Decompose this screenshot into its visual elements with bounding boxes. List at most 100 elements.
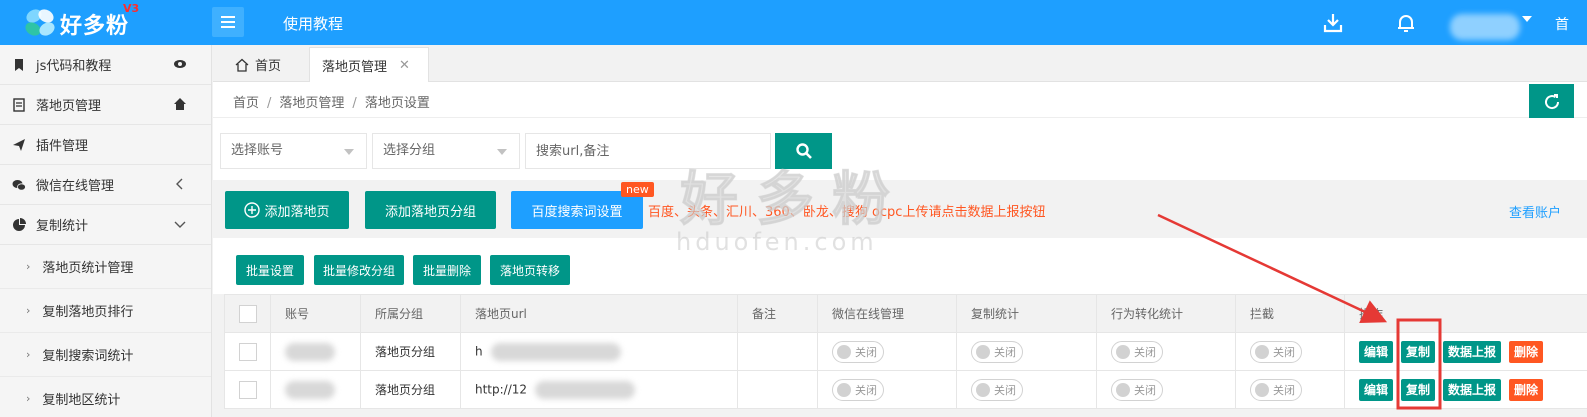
report-button[interactable]: 数据上报	[1443, 340, 1502, 363]
delete-button[interactable]: 删除	[1509, 340, 1544, 363]
group-cell: 落地页分组	[360, 332, 461, 371]
toggle-knob	[1116, 382, 1130, 397]
column-header-group: 所属分组	[360, 294, 461, 333]
redacted-account	[285, 342, 335, 361]
copy-button[interactable]: 复制	[1401, 378, 1436, 401]
column-header-remark: 备注	[737, 294, 818, 333]
ocpc-notice: 百度、头条、汇川、360、卧龙、搜狗 ocpc上传请点击数据上报按钮	[648, 205, 1046, 220]
sidebar-item-js-code[interactable]: js代码和教程	[0, 45, 211, 85]
column-header-account: 账号	[270, 294, 361, 333]
select-all-checkbox[interactable]	[238, 304, 257, 323]
top-header: 好多粉 V3 使用教程 首	[0, 0, 1587, 45]
transfer-button[interactable]: 落地页转移	[490, 255, 570, 285]
url-cell[interactable]: http://12	[460, 370, 738, 409]
sidebar-subitem-keyword-stats[interactable]: › 复制搜索词统计	[0, 333, 211, 377]
sidebar-subitem-page-stats[interactable]: › 落地页统计管理	[0, 245, 211, 289]
toggle-knob	[1255, 344, 1269, 359]
eye-icon[interactable]	[173, 57, 187, 71]
sidebar-item-plugins[interactable]: 插件管理	[0, 125, 211, 165]
chevron-left-icon[interactable]	[173, 177, 187, 191]
actions-cell: 编辑 复制 数据上报 删除	[1344, 370, 1587, 409]
breadcrumb-landing-page[interactable]: 落地页管理	[279, 96, 344, 111]
tab-home[interactable]: 首页	[221, 47, 309, 82]
chevron-down-icon[interactable]	[173, 217, 187, 231]
breadcrumb-current: 落地页设置	[364, 96, 430, 111]
tab-landing-page[interactable]: 落地页管理 ✕	[309, 47, 429, 82]
table-row: 落地页分组 h 关闭 关闭 关闭 关闭 编辑 复制 数据上报 删除	[224, 332, 1587, 371]
sidebar-item-wechat[interactable]: 微信在线管理	[0, 165, 211, 205]
copy-button[interactable]: 复制	[1401, 340, 1436, 363]
wechat-switch-cell: 关闭	[817, 370, 957, 409]
batch-modify-group-button[interactable]: 批量修改分组	[314, 255, 404, 285]
search-button[interactable]	[775, 133, 832, 169]
group-select[interactable]: 选择分组	[372, 133, 520, 169]
conversion-switch-cell: 关闭	[1096, 332, 1236, 371]
url-text: http://12	[475, 382, 528, 396]
chevron-right-icon: ›	[26, 348, 31, 361]
user-dropdown-caret-icon[interactable]	[1522, 16, 1532, 22]
main-panel: 选择账号 选择分组 添加落地页 添加落地页分组 百度搜索词设置 new 百度、头…	[213, 118, 1587, 417]
sidebar: js代码和教程 落地页管理 插件管理 微信在线管理 复制统计 › 落地页统计管理…	[0, 45, 212, 417]
sidebar-subitem-page-ranking[interactable]: › 复制落地页排行	[0, 289, 211, 333]
search-input[interactable]	[525, 133, 771, 169]
breadcrumb-home[interactable]: 首页	[233, 96, 259, 111]
notification-button[interactable]	[1395, 12, 1417, 34]
copy-stats-toggle[interactable]: 关闭	[971, 340, 1023, 363]
account-select-value: 选择账号	[231, 143, 284, 158]
row-checkbox[interactable]	[238, 380, 257, 399]
button-label: 添加落地页	[264, 204, 330, 220]
wechat-toggle[interactable]: 关闭	[832, 340, 884, 363]
top-nav-tutorial[interactable]: 使用教程	[283, 13, 343, 34]
sidebar-item-label: js代码和教程	[36, 59, 112, 74]
edit-button[interactable]: 编辑	[1359, 340, 1394, 363]
add-group-button[interactable]: 添加落地页分组	[365, 191, 496, 229]
chevron-right-icon: ›	[26, 392, 31, 405]
close-icon[interactable]: ✕	[399, 58, 410, 73]
landing-page-table: 账号 所属分组 落地页url 备注 微信在线管理 复制统计 行为转化统计 拦截 …	[224, 294, 1587, 409]
toggle-knob	[1255, 382, 1269, 397]
document-icon	[12, 97, 26, 112]
add-landing-page-button[interactable]: 添加落地页	[225, 191, 349, 229]
menu-toggle-button[interactable]	[212, 7, 244, 37]
intercept-toggle[interactable]: 关闭	[1250, 378, 1302, 401]
batch-settings-button[interactable]: 批量设置	[236, 255, 304, 285]
tab-label: 落地页管理	[322, 59, 388, 75]
row-checkbox[interactable]	[238, 342, 257, 361]
sidebar-item-copy-stats[interactable]: 复制统计	[0, 205, 211, 245]
breadcrumb-bar: 首页 / 落地页管理 / 落地页设置	[213, 82, 1587, 120]
intercept-toggle[interactable]: 关闭	[1250, 340, 1302, 363]
table-header-row: 账号 所属分组 落地页url 备注 微信在线管理 复制统计 行为转化统计 拦截 …	[224, 294, 1587, 333]
wechat-toggle[interactable]: 关闭	[832, 378, 884, 401]
url-text: h	[475, 344, 483, 358]
sidebar-item-landing-page[interactable]: 落地页管理	[0, 85, 211, 125]
conversion-toggle[interactable]: 关闭	[1111, 340, 1163, 363]
remark-cell	[737, 370, 818, 409]
user-avatar[interactable]	[1450, 14, 1520, 40]
toggle-knob	[976, 382, 990, 397]
copy-switch-cell: 关闭	[956, 332, 1097, 371]
sidebar-item-label: 微信在线管理	[36, 179, 115, 194]
breadcrumb: 首页 / 落地页管理 / 落地页设置	[233, 92, 430, 111]
home-icon[interactable]	[173, 97, 187, 111]
refresh-button[interactable]	[1529, 84, 1574, 120]
download-button[interactable]	[1322, 12, 1344, 34]
top-right-nav[interactable]: 首	[1555, 14, 1569, 34]
wechat-icon	[12, 178, 26, 192]
table-row: 落地页分组 http://12 关闭 关闭 关闭 关闭 编辑 复制 数据上报 删除	[224, 370, 1587, 409]
column-header-intercept: 拦截	[1235, 294, 1345, 333]
logo[interactable]: 好多粉 V3	[0, 0, 212, 45]
delete-button[interactable]: 删除	[1509, 378, 1544, 401]
report-button[interactable]: 数据上报	[1443, 378, 1502, 401]
row-select-cell	[224, 332, 271, 371]
chevron-right-icon: ›	[26, 304, 31, 317]
sidebar-subitem-region-stats[interactable]: › 复制地区统计	[0, 377, 211, 417]
edit-button[interactable]: 编辑	[1359, 378, 1394, 401]
view-account-link[interactable]: 查看账户	[1509, 202, 1561, 221]
group-cell: 落地页分组	[360, 370, 461, 409]
plus-circle-icon	[244, 202, 261, 218]
conversion-toggle[interactable]: 关闭	[1111, 378, 1163, 401]
account-select[interactable]: 选择账号	[220, 133, 367, 169]
copy-stats-toggle[interactable]: 关闭	[971, 378, 1023, 401]
url-cell[interactable]: h	[460, 332, 738, 371]
batch-delete-button[interactable]: 批量删除	[413, 255, 481, 285]
